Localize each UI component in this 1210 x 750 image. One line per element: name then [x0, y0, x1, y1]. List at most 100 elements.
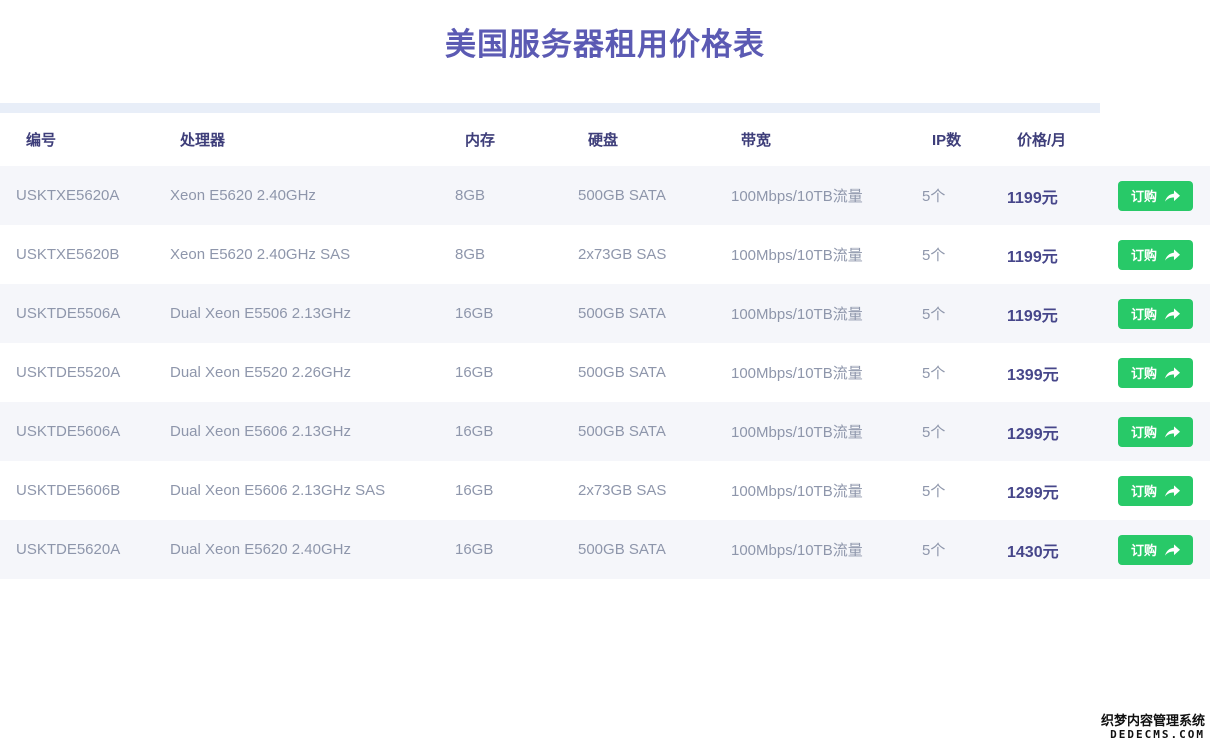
cell-bandwidth: 100Mbps/10TB流量 [715, 343, 906, 402]
cell-price: 1199元 [991, 284, 1102, 343]
cell-cpu: Dual Xeon E5506 2.13GHz [154, 284, 439, 343]
price-table: 编号 处理器 内存 硬盘 带宽 IP数 价格/月 USKTXE5620A Xeo… [0, 113, 1210, 579]
column-header-cpu: 处理器 [154, 113, 439, 166]
cell-action: 订购 [1102, 402, 1210, 461]
cell-bandwidth: 100Mbps/10TB流量 [715, 520, 906, 579]
forward-arrow-icon [1165, 544, 1180, 556]
order-button-label: 订购 [1131, 422, 1157, 441]
cell-ip-count: 5个 [906, 284, 991, 343]
cell-disk: 500GB SATA [562, 166, 715, 225]
cell-action: 订购 [1102, 284, 1210, 343]
page: 美国服务器租用价格表 编号 处理器 内存 硬盘 带宽 IP数 价格/月 USKT… [0, 0, 1210, 750]
cell-ram: 8GB [439, 166, 562, 225]
cell-ram: 16GB [439, 461, 562, 520]
cell-cpu: Xeon E5620 2.40GHz [154, 166, 439, 225]
forward-arrow-icon [1165, 367, 1180, 379]
table-header-row: 编号 处理器 内存 硬盘 带宽 IP数 价格/月 [0, 113, 1210, 166]
cell-price: 1299元 [991, 402, 1102, 461]
table-row: USKTXE5620A Xeon E5620 2.40GHz 8GB 500GB… [0, 166, 1210, 225]
order-button-label: 订购 [1131, 540, 1157, 559]
cell-cpu: Xeon E5620 2.40GHz SAS [154, 225, 439, 284]
cell-ram: 16GB [439, 402, 562, 461]
cell-price: 1299元 [991, 461, 1102, 520]
order-button[interactable]: 订购 [1118, 476, 1193, 506]
cell-cpu: Dual Xeon E5520 2.26GHz [154, 343, 439, 402]
cell-action: 订购 [1102, 520, 1210, 579]
cell-bandwidth: 100Mbps/10TB流量 [715, 166, 906, 225]
cell-bandwidth: 100Mbps/10TB流量 [715, 461, 906, 520]
table-row: USKTDE5620A Dual Xeon E5620 2.40GHz 16GB… [0, 520, 1210, 579]
cell-bandwidth: 100Mbps/10TB流量 [715, 402, 906, 461]
column-header-disk: 硬盘 [562, 113, 715, 166]
cell-cpu: Dual Xeon E5606 2.13GHz [154, 402, 439, 461]
order-button[interactable]: 订购 [1118, 181, 1193, 211]
order-button-label: 订购 [1131, 481, 1157, 500]
table-header: 编号 处理器 内存 硬盘 带宽 IP数 价格/月 [0, 113, 1210, 166]
cell-action: 订购 [1102, 343, 1210, 402]
column-header-id: 编号 [0, 113, 154, 166]
watermark: 织梦内容管理系统 DEDECMS.COM [1101, 714, 1205, 742]
page-header: 美国服务器租用价格表 [0, 0, 1210, 103]
forward-arrow-icon [1165, 190, 1180, 202]
forward-arrow-icon [1165, 308, 1180, 320]
cell-server-id: USKTXE5620B [0, 225, 154, 284]
table-row: USKTDE5606B Dual Xeon E5606 2.13GHz SAS … [0, 461, 1210, 520]
column-header-ram: 内存 [439, 113, 562, 166]
cell-ip-count: 5个 [906, 520, 991, 579]
table-row: USKTDE5506A Dual Xeon E5506 2.13GHz 16GB… [0, 284, 1210, 343]
table-row: USKTXE5620B Xeon E5620 2.40GHz SAS 8GB 2… [0, 225, 1210, 284]
order-button[interactable]: 订购 [1118, 417, 1193, 447]
cell-disk: 2x73GB SAS [562, 461, 715, 520]
column-header-action [1102, 113, 1210, 166]
table-row: USKTDE5520A Dual Xeon E5520 2.26GHz 16GB… [0, 343, 1210, 402]
cell-server-id: USKTDE5620A [0, 520, 154, 579]
cell-ram: 16GB [439, 343, 562, 402]
cell-ram: 16GB [439, 284, 562, 343]
order-button[interactable]: 订购 [1118, 535, 1193, 565]
order-button[interactable]: 订购 [1118, 240, 1193, 270]
cell-ip-count: 5个 [906, 402, 991, 461]
order-button-label: 订购 [1131, 245, 1157, 264]
cell-ip-count: 5个 [906, 166, 991, 225]
table-row: USKTDE5606A Dual Xeon E5606 2.13GHz 16GB… [0, 402, 1210, 461]
order-button[interactable]: 订购 [1118, 358, 1193, 388]
order-button-label: 订购 [1131, 186, 1157, 205]
cell-action: 订购 [1102, 461, 1210, 520]
forward-arrow-icon [1165, 249, 1180, 261]
cell-ram: 8GB [439, 225, 562, 284]
order-button-label: 订购 [1131, 363, 1157, 382]
cell-bandwidth: 100Mbps/10TB流量 [715, 284, 906, 343]
table-body: USKTXE5620A Xeon E5620 2.40GHz 8GB 500GB… [0, 166, 1210, 579]
cell-action: 订购 [1102, 225, 1210, 284]
cell-server-id: USKTDE5606B [0, 461, 154, 520]
forward-arrow-icon [1165, 426, 1180, 438]
page-title: 美国服务器租用价格表 [0, 0, 1210, 64]
cell-cpu: Dual Xeon E5620 2.40GHz [154, 520, 439, 579]
cell-price: 1430元 [991, 520, 1102, 579]
column-header-ips: IP数 [906, 113, 991, 166]
cell-server-id: USKTDE5506A [0, 284, 154, 343]
cell-disk: 2x73GB SAS [562, 225, 715, 284]
cell-action: 订购 [1102, 166, 1210, 225]
cell-ip-count: 5个 [906, 343, 991, 402]
table-top-band [0, 103, 1100, 113]
cell-ram: 16GB [439, 520, 562, 579]
cell-server-id: USKTDE5606A [0, 402, 154, 461]
cell-disk: 500GB SATA [562, 284, 715, 343]
cell-server-id: USKTDE5520A [0, 343, 154, 402]
column-header-price: 价格/月 [991, 113, 1102, 166]
watermark-en-text: DEDECMS.COM [1101, 729, 1205, 742]
cell-disk: 500GB SATA [562, 402, 715, 461]
cell-price: 1399元 [991, 343, 1102, 402]
order-button[interactable]: 订购 [1118, 299, 1193, 329]
column-header-bandwidth: 带宽 [715, 113, 906, 166]
cell-disk: 500GB SATA [562, 520, 715, 579]
cell-price: 1199元 [991, 225, 1102, 284]
cell-ip-count: 5个 [906, 461, 991, 520]
cell-price: 1199元 [991, 166, 1102, 225]
order-button-label: 订购 [1131, 304, 1157, 323]
cell-server-id: USKTXE5620A [0, 166, 154, 225]
watermark-cn-text: 织梦内容管理系统 [1101, 714, 1205, 729]
cell-bandwidth: 100Mbps/10TB流量 [715, 225, 906, 284]
forward-arrow-icon [1165, 485, 1180, 497]
